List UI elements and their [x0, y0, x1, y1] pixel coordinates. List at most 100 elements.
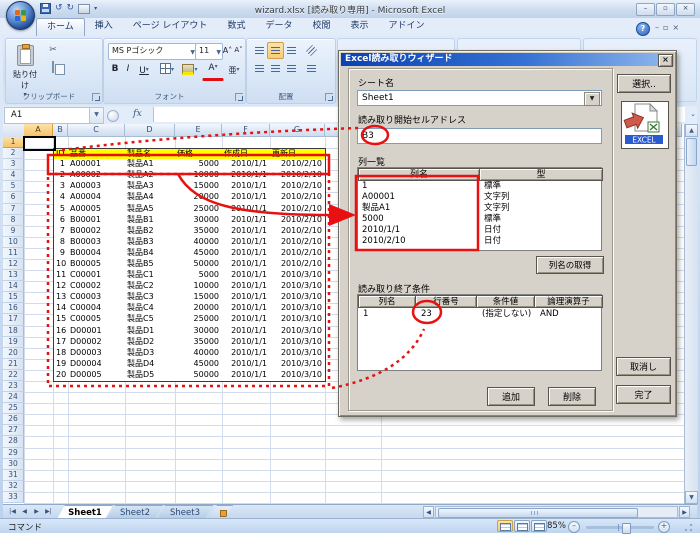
view-page-layout-button[interactable]: [514, 520, 530, 532]
cell[interactable]: 20: [53, 370, 69, 382]
column-list[interactable]: 列名型1標準A00001文字列製品A1文字列5000標準2010/1/1日付20…: [357, 167, 602, 251]
row-header-13[interactable]: 13: [3, 270, 24, 281]
row-header-23[interactable]: 23: [3, 381, 24, 392]
cell[interactable]: 50000: [175, 370, 223, 382]
orientation-icon[interactable]: [303, 42, 320, 59]
horizontal-scrollbar[interactable]: [435, 506, 678, 518]
row-header-6[interactable]: 6: [3, 192, 24, 203]
row-header-18[interactable]: 18: [3, 326, 24, 337]
row-header-19[interactable]: 19: [3, 337, 24, 348]
end-condition-header[interactable]: 条件値: [476, 295, 535, 308]
end-condition-header[interactable]: 行番号: [415, 295, 477, 308]
font-color-button[interactable]: A▾: [202, 61, 224, 81]
column-list-header-type[interactable]: 型: [479, 168, 603, 181]
row-header-22[interactable]: 22: [3, 370, 24, 381]
phonetic-guide-button[interactable]: 亜▾: [224, 61, 244, 79]
shrink-font-button[interactable]: A˅: [232, 42, 245, 60]
copy-icon[interactable]: [43, 60, 63, 75]
clipboard-dialog-launcher-icon[interactable]: [92, 93, 100, 101]
office-button[interactable]: [6, 1, 35, 30]
fill-color-button[interactable]: ▾: [179, 61, 201, 79]
row-header-24[interactable]: 24: [3, 392, 24, 403]
cell[interactable]: D00005: [68, 370, 126, 382]
resize-grip[interactable]: [682, 522, 694, 532]
row-header-5[interactable]: 5: [3, 181, 24, 192]
row-header-30[interactable]: 30: [3, 459, 24, 470]
nav-first-icon[interactable]: |◀: [7, 506, 18, 518]
row-header-25[interactable]: 25: [3, 403, 24, 414]
ribbon-tab-数式[interactable]: 数式: [217, 18, 255, 36]
row-header-12[interactable]: 12: [3, 259, 24, 270]
add-button[interactable]: 追加: [487, 387, 535, 406]
nav-last-icon[interactable]: ▶|: [43, 506, 54, 518]
row-header-16[interactable]: 16: [3, 303, 24, 314]
row-header-20[interactable]: 20: [3, 348, 24, 359]
end-condition-table[interactable]: 列名行番号条件値論理演算子123(指定しない)AND: [357, 294, 602, 371]
ribbon-tab-ページ レイアウト[interactable]: ページ レイアウト: [123, 18, 218, 36]
row-header-7[interactable]: 7: [3, 204, 24, 215]
zoom-slider-thumb[interactable]: [622, 523, 631, 534]
row-header-1[interactable]: 1: [3, 137, 24, 148]
cell[interactable]: 製品D5: [125, 370, 176, 382]
ribbon-tab-校閲[interactable]: 校閲: [302, 18, 340, 36]
close-button[interactable]: ×: [676, 3, 695, 16]
row-header-9[interactable]: 9: [3, 226, 24, 237]
formula-bar-expand-icon[interactable]: ⌄: [687, 107, 699, 123]
column-header-G[interactable]: G: [270, 124, 325, 137]
undo-icon[interactable]: ↺: [55, 3, 63, 14]
row-header-29[interactable]: 29: [3, 448, 24, 459]
column-header-E[interactable]: E: [175, 124, 222, 137]
row-header-32[interactable]: 32: [3, 481, 24, 492]
sheet-tab-Sheet2[interactable]: Sheet2: [107, 505, 163, 519]
horizontal-scroll-thumb[interactable]: [438, 508, 638, 518]
zoom-slider[interactable]: [586, 526, 654, 529]
row-header-3[interactable]: 3: [3, 159, 24, 170]
indent-icon[interactable]: [303, 60, 320, 77]
column-list-row[interactable]: 製品A1文字列: [358, 203, 603, 214]
ribbon-tab-挿入[interactable]: 挿入: [85, 18, 123, 36]
doc-close-icon[interactable]: ×: [672, 22, 679, 33]
column-list-row[interactable]: 5000標準: [358, 214, 603, 225]
insert-worksheet-tab[interactable]: [209, 505, 233, 519]
vertical-scrollbar[interactable]: ▲ ▼: [684, 124, 698, 504]
scroll-down-icon[interactable]: ▼: [685, 491, 698, 504]
row-header-11[interactable]: 11: [3, 248, 24, 259]
column-header-D[interactable]: D: [125, 124, 175, 137]
cut-icon[interactable]: ✂: [43, 43, 63, 58]
column-list-row[interactable]: 2010/1/1日付: [358, 225, 603, 236]
select-button[interactable]: 選択..: [617, 74, 671, 93]
cancel-button[interactable]: 取消し: [616, 357, 671, 376]
scroll-up-icon[interactable]: ▲: [685, 124, 698, 137]
nav-next-icon[interactable]: ▶: [31, 506, 42, 518]
save-icon[interactable]: [40, 3, 51, 14]
row-header-27[interactable]: 27: [3, 425, 24, 436]
row-header-10[interactable]: 10: [3, 237, 24, 248]
sheet-tab-Sheet1[interactable]: Sheet1: [57, 505, 113, 519]
row-header-17[interactable]: 17: [3, 314, 24, 325]
select-all-corner[interactable]: [3, 124, 25, 138]
row-header-21[interactable]: 21: [3, 359, 24, 370]
minimize-button[interactable]: –: [636, 3, 655, 16]
restore-button[interactable]: ▫: [656, 3, 675, 16]
align-left-icon[interactable]: [251, 60, 268, 77]
doc-minimize-icon[interactable]: –: [655, 22, 659, 33]
zoom-out-icon[interactable]: –: [568, 521, 580, 533]
end-condition-header[interactable]: 列名: [358, 295, 416, 308]
qat-customize-icon[interactable]: ▾: [94, 3, 97, 14]
column-header-F[interactable]: F: [222, 124, 270, 137]
nav-prev-icon[interactable]: ◀: [19, 506, 30, 518]
column-header-C[interactable]: C: [68, 124, 125, 137]
ribbon-tab-ホーム[interactable]: ホーム: [36, 18, 85, 36]
borders-button[interactable]: ▾: [156, 61, 178, 79]
align-bottom-icon[interactable]: [283, 42, 300, 59]
row-header-31[interactable]: 31: [3, 470, 24, 481]
font-dialog-launcher-icon[interactable]: [235, 93, 243, 101]
row-header-26[interactable]: 26: [3, 414, 24, 425]
row-header-28[interactable]: 28: [3, 436, 24, 447]
formula-bar-splitter[interactable]: [107, 110, 119, 122]
align-top-icon[interactable]: [251, 42, 268, 59]
delete-button[interactable]: 削除: [548, 387, 596, 406]
sheet-name-combo[interactable]: Sheet1 ▼: [357, 90, 602, 106]
ribbon-tab-表示[interactable]: 表示: [340, 18, 378, 36]
column-list-row[interactable]: 2010/2/10日付: [358, 236, 603, 247]
